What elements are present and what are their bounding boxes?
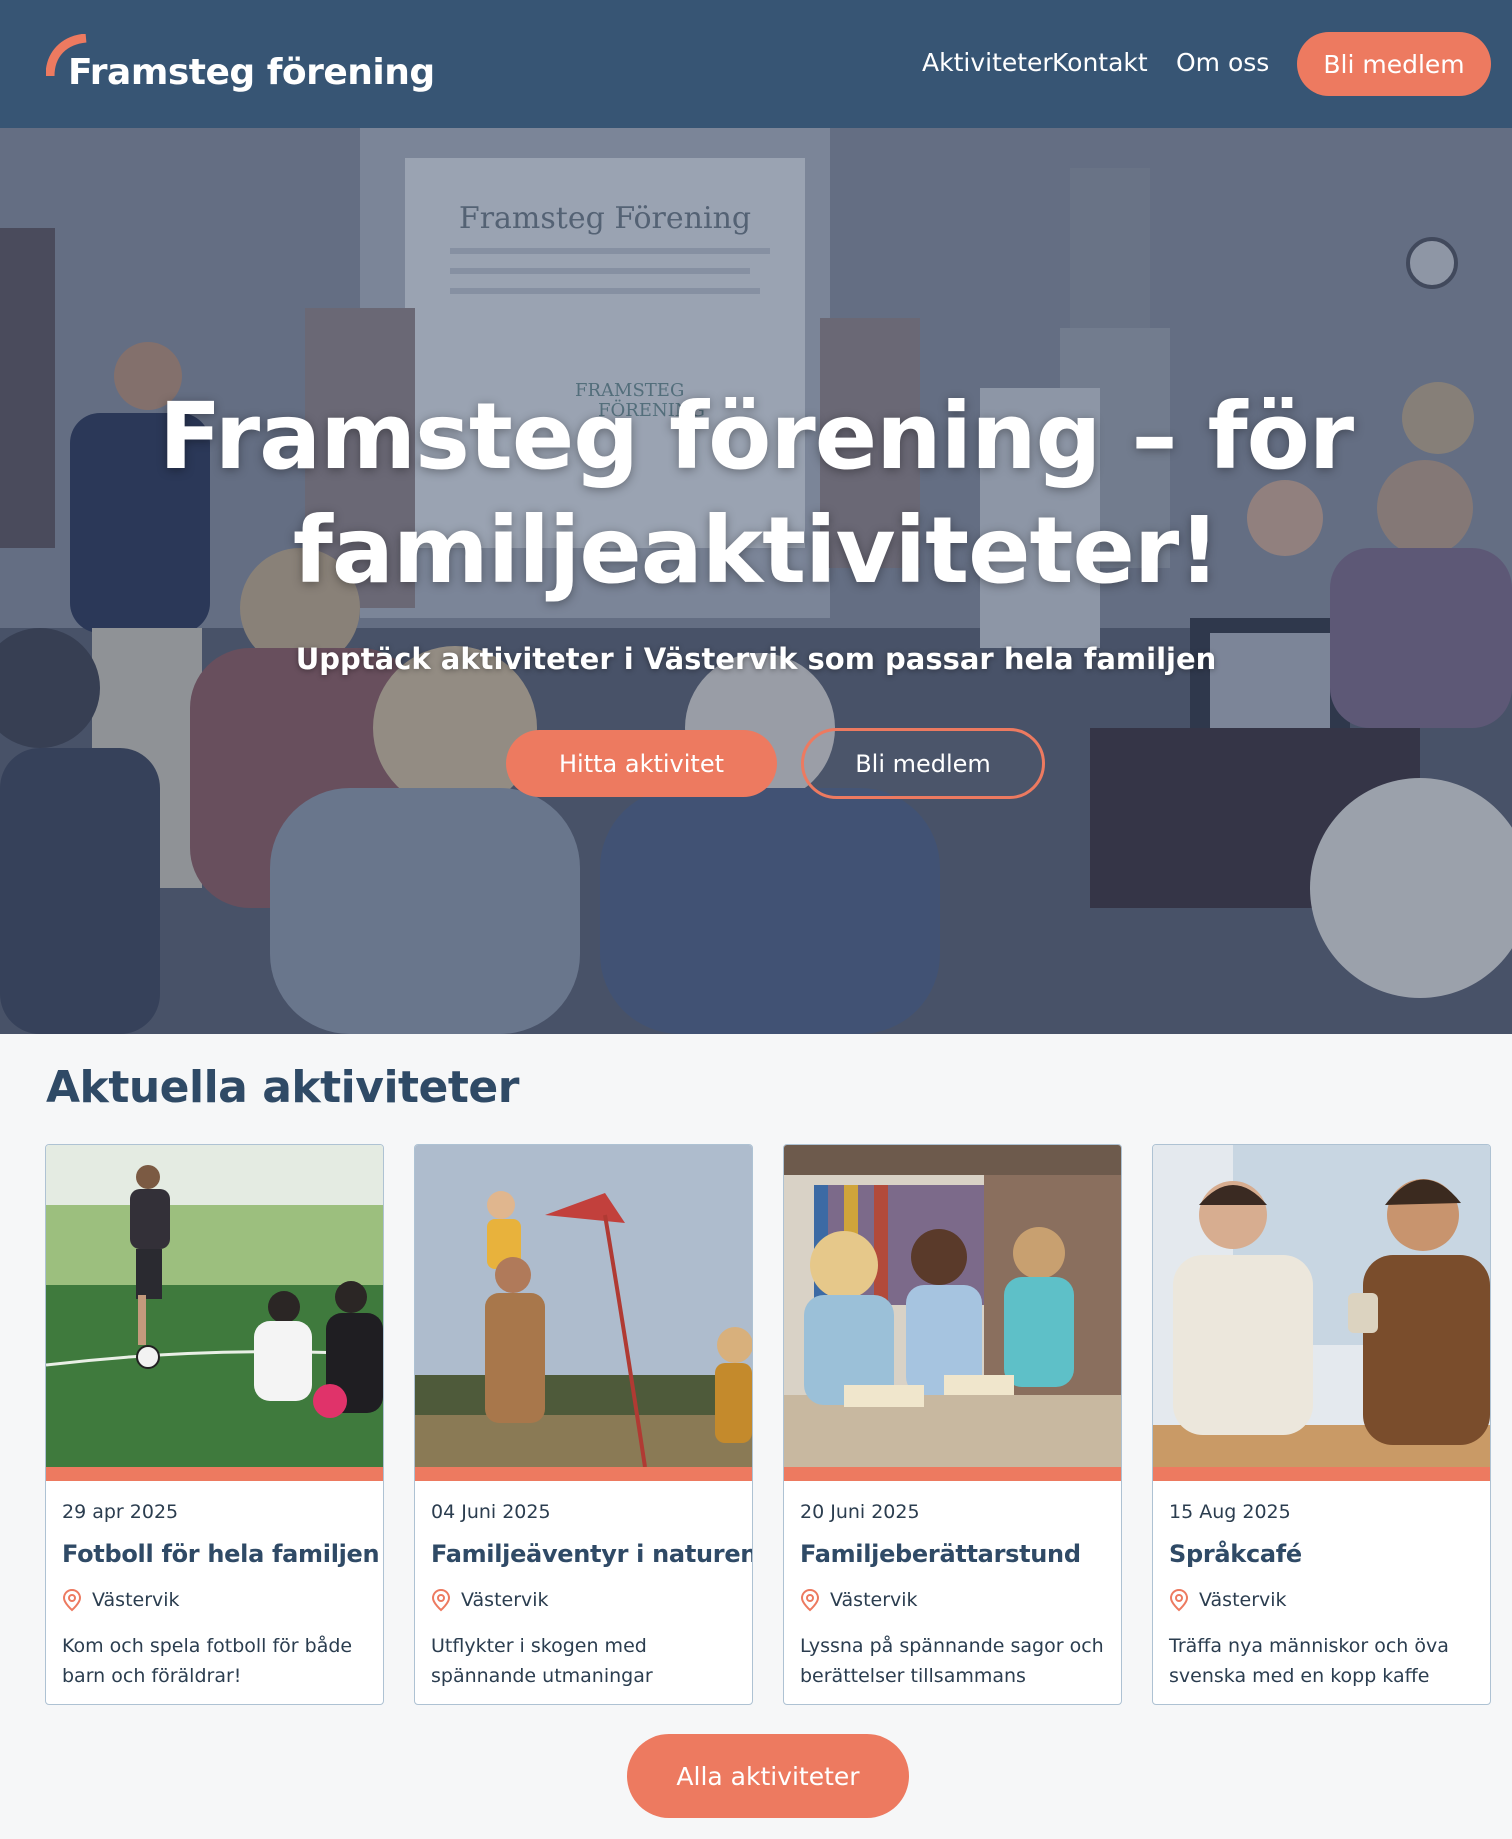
nav-link-om-oss[interactable]: Om oss xyxy=(1176,48,1269,77)
activity-title: Fotboll för hela familjen xyxy=(62,1540,380,1568)
activity-title: Familjeäventyr i naturen xyxy=(431,1540,753,1568)
activity-description: Lyssna på spännande sagor och berättelse… xyxy=(800,1635,1104,1687)
activity-card-football[interactable]: 29 apr 2025 Fotboll för hela familjen Vä… xyxy=(45,1144,384,1705)
all-activities-button[interactable]: Alla aktiviteter xyxy=(627,1734,909,1818)
hero-section: Framsteg Förening FRAMSTEG FÖRENING Fram… xyxy=(0,128,1512,1034)
nav-link-kontakt[interactable]: Kontakt xyxy=(1052,48,1148,77)
find-activity-button[interactable]: Hitta aktivitet xyxy=(506,730,777,797)
location-pin-icon xyxy=(800,1588,820,1612)
activity-location: Västervik xyxy=(1169,1587,1287,1613)
logo-text: Framsteg förening xyxy=(68,52,435,93)
activity-card-nature[interactable]: 04 Juni 2025 Familjeäventyr i naturen Vä… xyxy=(414,1144,753,1705)
site-header: Framsteg förening Aktiviteter Kontakt Om… xyxy=(0,0,1512,128)
activity-date: 20 Juni 2025 xyxy=(800,1501,920,1523)
activity-title: Språkcafé xyxy=(1169,1540,1302,1568)
activity-location: Västervik xyxy=(800,1587,918,1613)
nav-link-aktiviteter[interactable]: Aktiviteter xyxy=(922,48,1053,77)
activity-title: Familjeberättarstund xyxy=(800,1540,1081,1568)
card-accent-stripe xyxy=(46,1467,383,1481)
section-heading-activities: Aktuella aktiviteter xyxy=(46,1062,519,1113)
activity-image-football xyxy=(46,1145,383,1467)
location-pin-icon xyxy=(62,1588,82,1612)
activity-description: Kom och spela fotboll för både barn och … xyxy=(62,1635,353,1687)
hero-title: Framsteg förening – för familjeaktivitet… xyxy=(158,383,1354,604)
activity-location: Västervik xyxy=(62,1587,180,1613)
activity-date: 15 Aug 2025 xyxy=(1169,1501,1291,1523)
activity-description: Utflykter i skogen med spännande utmanin… xyxy=(431,1635,653,1687)
become-member-header-button[interactable]: Bli medlem xyxy=(1297,32,1491,96)
activity-location-text: Västervik xyxy=(1199,1589,1287,1611)
hero-subtitle: Upptäck aktiviteter i Västervik som pass… xyxy=(295,642,1217,676)
activity-date: 04 Juni 2025 xyxy=(431,1501,551,1523)
activity-location-text: Västervik xyxy=(92,1589,180,1611)
card-accent-stripe xyxy=(415,1467,752,1481)
card-accent-stripe xyxy=(1153,1467,1490,1481)
site-logo[interactable]: Framsteg förening xyxy=(46,34,435,104)
activity-image-nature xyxy=(415,1145,752,1467)
activity-image-storytelling xyxy=(784,1145,1121,1467)
location-pin-icon xyxy=(431,1588,451,1612)
location-pin-icon xyxy=(1169,1588,1189,1612)
activity-card-storytelling[interactable]: 20 Juni 2025 Familjeberättarstund Väster… xyxy=(783,1144,1122,1705)
activity-location-text: Västervik xyxy=(461,1589,549,1611)
activity-location: Västervik xyxy=(431,1587,549,1613)
become-member-hero-button[interactable]: Bli medlem xyxy=(801,728,1045,799)
activity-card-language-cafe[interactable]: 15 Aug 2025 Språkcafé Västervik Träffa n… xyxy=(1152,1144,1491,1705)
card-accent-stripe xyxy=(784,1467,1121,1481)
activity-description: Träffa nya människor och öva svenska med… xyxy=(1169,1635,1449,1687)
activity-image-language-cafe xyxy=(1153,1145,1490,1467)
activity-date: 29 apr 2025 xyxy=(62,1501,179,1523)
activity-location-text: Västervik xyxy=(830,1589,918,1611)
